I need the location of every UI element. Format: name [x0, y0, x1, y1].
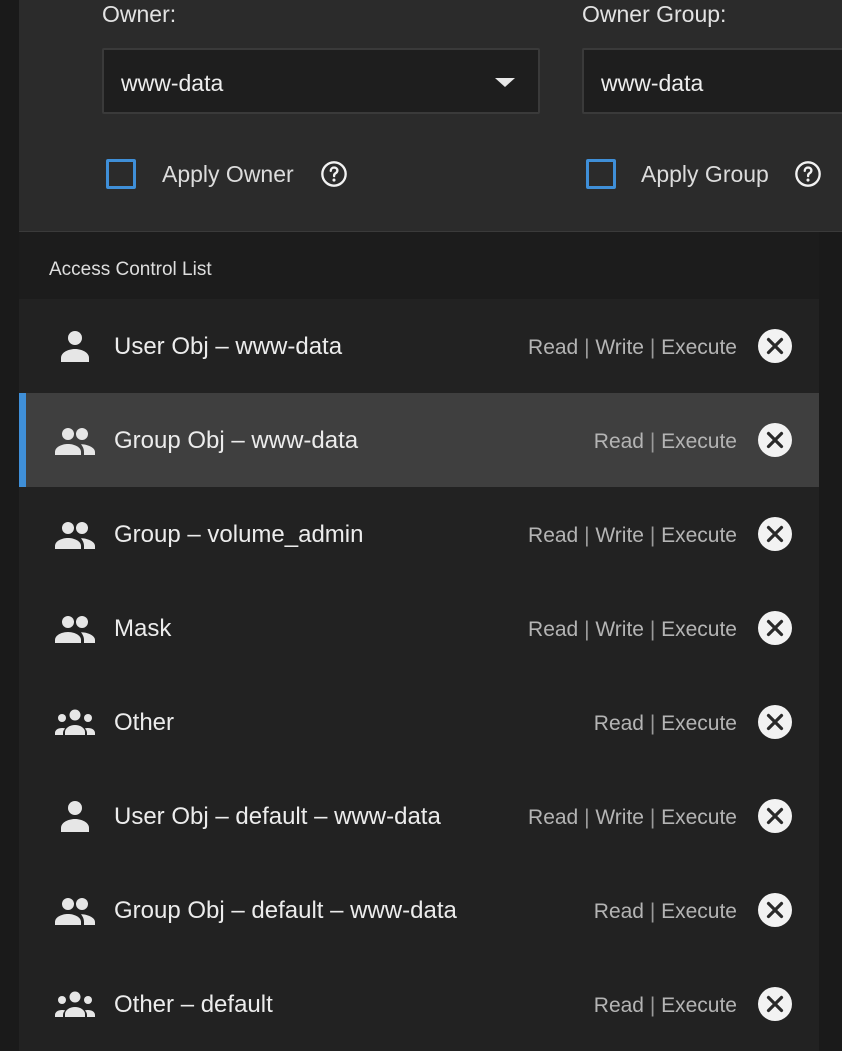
owner-group-select-value: www-data	[601, 70, 704, 96]
permission-separator: |	[643, 900, 662, 923]
group-icon	[54, 610, 96, 646]
permission-separator: |	[578, 806, 596, 829]
permission-read: Read	[528, 806, 579, 829]
acl-row[interactable]: Group Obj – www-data Read | Execute	[19, 393, 819, 487]
permission-separator: |	[578, 336, 596, 359]
permission-read: Read	[593, 900, 644, 923]
group-icon	[54, 422, 96, 458]
permission-execute: Execute	[661, 806, 737, 829]
acl-row-label: Group Obj – default – www-data	[114, 897, 457, 924]
acl-row-permissions: Read | Write | Execute	[528, 805, 737, 831]
permission-read: Read	[528, 524, 579, 547]
permission-execute: Execute	[661, 524, 737, 547]
acl-row[interactable]: Group – volume_admin Read | Write | Execu…	[19, 487, 819, 581]
acl-row[interactable]: User Obj – www-data Read | Write | Execut…	[19, 299, 819, 393]
acl-row[interactable]: Other Read | Execute	[19, 675, 819, 769]
permission-separator: |	[643, 336, 662, 359]
owner-section: Owner: www-data Owner Group: www-data Ap…	[19, 0, 842, 232]
permission-execute: Execute	[661, 900, 737, 923]
acl-row-permissions: Read | Execute	[594, 993, 737, 1019]
permission-read: Read	[528, 618, 579, 641]
acl-row-permissions: Read | Write | Execute	[528, 617, 737, 643]
person-icon	[54, 798, 96, 834]
apply-group-label: Apply Group	[641, 161, 769, 187]
acl-title: Access Control List	[49, 259, 212, 280]
permission-execute: Execute	[661, 336, 737, 359]
remove-entry-icon[interactable]	[757, 328, 793, 364]
acl-list: User Obj – www-data Read | Write | Execut…	[19, 299, 819, 1051]
owner-label: Owner:	[102, 1, 177, 27]
remove-entry-icon[interactable]	[757, 892, 793, 928]
acl-row-label: User Obj – www-data	[114, 333, 343, 360]
permission-separator: |	[578, 524, 596, 547]
chevron-down-icon	[495, 78, 515, 87]
acl-row-permissions: Read | Execute	[594, 899, 737, 925]
permission-read: Read	[528, 336, 579, 359]
person-icon	[54, 328, 96, 364]
acl-row-label: Group Obj – www-data	[114, 427, 359, 454]
remove-entry-icon[interactable]	[757, 516, 793, 552]
acl-row-permissions: Read | Execute	[594, 711, 737, 737]
permission-read: Read	[593, 430, 644, 453]
permission-separator: |	[643, 524, 662, 547]
permission-separator: |	[578, 618, 596, 641]
permission-write: Write	[595, 524, 644, 547]
permission-write: Write	[595, 806, 644, 829]
owner-select[interactable]: www-data	[102, 48, 540, 114]
permission-execute: Execute	[661, 712, 737, 735]
scrollbar-track[interactable]	[819, 232, 842, 1050]
left-gutter	[0, 0, 19, 1050]
help-icon[interactable]	[794, 160, 822, 188]
permission-execute: Execute	[661, 618, 737, 641]
acl-row[interactable]: User Obj – default – www-data Read | Writ…	[19, 769, 819, 863]
acl-row-permissions: Read | Execute	[594, 429, 737, 455]
apply-group-checkbox[interactable]	[586, 159, 616, 189]
group-icon	[54, 892, 96, 928]
remove-entry-icon[interactable]	[757, 704, 793, 740]
permission-separator: |	[643, 806, 662, 829]
owner-group-select[interactable]: www-data	[582, 48, 842, 114]
permission-separator: |	[643, 618, 662, 641]
permission-separator: |	[643, 994, 662, 1017]
acl-row-permissions: Read | Write | Execute	[528, 523, 737, 549]
permission-execute: Execute	[661, 994, 737, 1017]
acl-row-label: Mask	[114, 615, 172, 642]
permission-separator: |	[643, 430, 662, 453]
acl-row-permissions: Read | Write | Execute	[528, 335, 737, 361]
acl-row-label: Other	[114, 709, 175, 736]
permission-read: Read	[593, 712, 644, 735]
owner-group-label: Owner Group:	[582, 1, 727, 27]
apply-owner-label: Apply Owner	[162, 161, 294, 187]
permission-execute: Execute	[661, 430, 737, 453]
acl-row-label: Group – volume_admin	[114, 521, 364, 548]
groups-icon	[54, 986, 96, 1022]
remove-entry-icon[interactable]	[757, 422, 793, 458]
permission-write: Write	[595, 336, 644, 359]
acl-row-label: User Obj – default – www-data	[114, 803, 441, 830]
remove-entry-icon[interactable]	[757, 610, 793, 646]
remove-entry-icon[interactable]	[757, 986, 793, 1022]
permission-write: Write	[595, 618, 644, 641]
acl-row-label: Other – default	[114, 991, 273, 1018]
acl-row[interactable]: Other – default Read | Execute	[19, 957, 819, 1051]
apply-owner-checkbox[interactable]	[106, 159, 136, 189]
remove-entry-icon[interactable]	[757, 798, 793, 834]
help-icon[interactable]	[320, 160, 348, 188]
acl-row[interactable]: Group Obj – default – www-data Read | Exe…	[19, 863, 819, 957]
group-icon	[54, 516, 96, 552]
permission-separator: |	[643, 712, 662, 735]
owner-select-value: www-data	[121, 70, 224, 96]
acl-row[interactable]: Mask Read | Write | Execute	[19, 581, 819, 675]
groups-icon	[54, 704, 96, 740]
permission-read: Read	[593, 994, 644, 1017]
